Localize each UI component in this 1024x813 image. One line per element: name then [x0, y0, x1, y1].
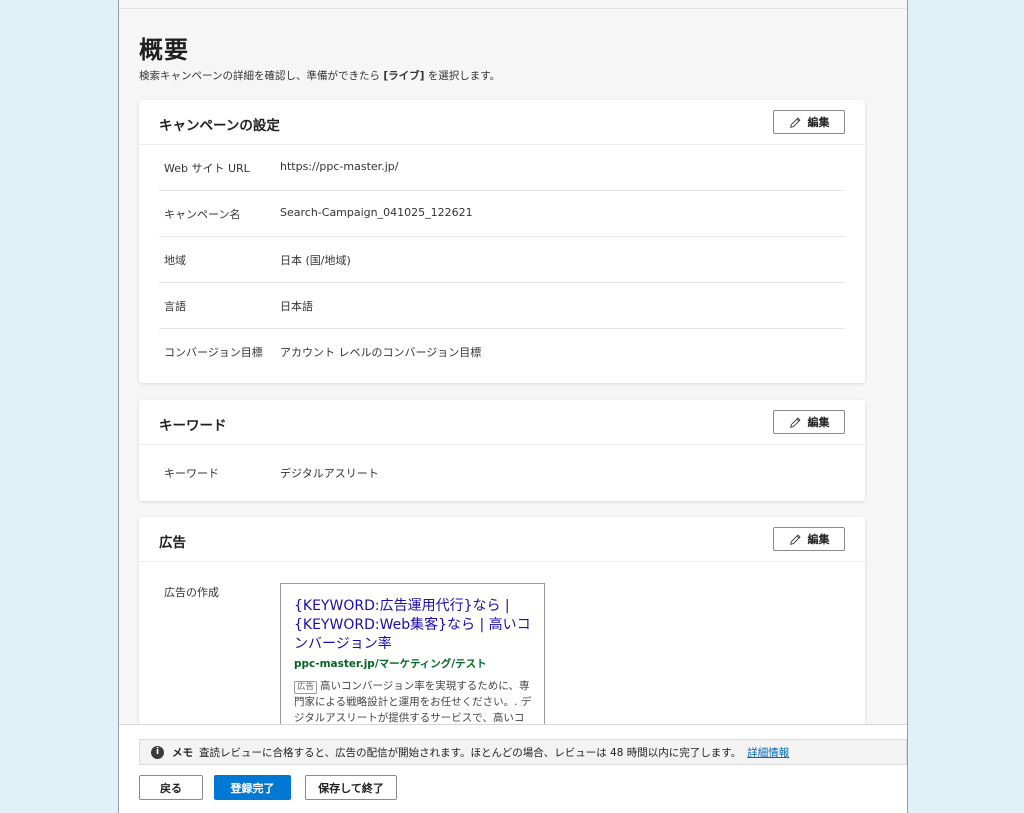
- setting-label: 地域: [164, 254, 186, 267]
- setting-label: キャンペーン名: [164, 208, 241, 221]
- keyword-label: キーワード: [164, 467, 219, 480]
- campaign-settings-card: キャンペーンの設定 編集 Web サイト URL https://ppc-mas…: [139, 100, 865, 383]
- keywords-card: キーワード 編集 キーワード デジタルアスリート: [139, 400, 865, 501]
- setting-row-campaign-name: キャンペーン名 Search-Campaign_041025_122621: [159, 191, 845, 237]
- setting-value: 日本 (国/地域): [280, 254, 351, 267]
- setting-row-url: Web サイト URL https://ppc-master.jp/: [159, 145, 845, 191]
- ads-edit-button[interactable]: 編集: [773, 527, 845, 551]
- setting-row-conversion-goal: コンバージョン目標 アカウント レベルのコンバージョン目標: [159, 329, 845, 374]
- setting-label: コンバージョン目標: [164, 346, 263, 359]
- ad-headline: {KEYWORD:広告運用代行}なら | {KEYWORD:Web集客}なら |…: [294, 598, 531, 652]
- ad-create-label: 広告の作成: [164, 586, 219, 599]
- subtitle-text-1: 検索キャンペーンの詳細を確認し、準備ができたら: [139, 70, 384, 82]
- finish-button[interactable]: 登録完了: [214, 775, 291, 800]
- setting-value: 日本語: [280, 300, 313, 313]
- notice-label: メモ: [172, 746, 193, 759]
- ad-preview: {KEYWORD:広告運用代行}なら | {KEYWORD:Web集客}なら |…: [280, 583, 545, 745]
- keywords-edit-button[interactable]: 編集: [773, 410, 845, 434]
- info-icon: i: [151, 745, 164, 759]
- top-bar: [119, 0, 907, 9]
- edit-label: 編集: [807, 533, 830, 546]
- campaign-settings-rows: Web サイト URL https://ppc-master.jp/ キャンペー…: [139, 145, 865, 374]
- keywords-header: キーワード 編集: [139, 400, 865, 445]
- keyword-value: デジタルアスリート: [280, 467, 379, 480]
- footer-bar: i メモ 査読レビューに合格すると、広告の配信が開始されます。ほとんどの場合、レ…: [119, 724, 907, 813]
- learn-more-link[interactable]: 詳細情報: [747, 745, 789, 760]
- setting-value: https://ppc-master.jp/: [280, 160, 399, 173]
- ads-header: 広告 編集: [139, 517, 865, 562]
- app-frame: 概要 検索キャンペーンの詳細を確認し、準備ができたら [ライブ] を選択します。…: [118, 0, 908, 813]
- setting-value: アカウント レベルのコンバージョン目標: [280, 346, 482, 359]
- subtitle-text-2: を選択します。: [424, 70, 501, 82]
- ad-display-url: ppc-master.jp/マーケティング/テスト: [294, 658, 487, 670]
- pencil-icon: [789, 117, 800, 128]
- setting-label: Web サイト URL: [164, 162, 250, 175]
- ads-title: 広告: [159, 535, 186, 551]
- campaign-settings-title: キャンペーンの設定: [159, 118, 280, 134]
- edit-label: 編集: [807, 116, 830, 129]
- back-button[interactable]: 戻る: [139, 775, 203, 800]
- pencil-icon: [789, 534, 800, 545]
- campaign-settings-edit-button[interactable]: 編集: [773, 110, 845, 134]
- setting-value: Search-Campaign_041025_122621: [280, 206, 473, 219]
- campaign-settings-header: キャンペーンの設定 編集: [139, 100, 865, 145]
- keyword-row: キーワード デジタルアスリート: [159, 445, 845, 501]
- edit-label: 編集: [807, 416, 830, 429]
- keywords-title: キーワード: [159, 418, 227, 434]
- page-title: 概要: [139, 36, 189, 64]
- pencil-icon: [789, 417, 800, 428]
- notice-banner: i メモ 査読レビューに合格すると、広告の配信が開始されます。ほとんどの場合、レ…: [139, 739, 907, 765]
- setting-row-language: 言語 日本語: [159, 283, 845, 329]
- ad-badge: 広告: [294, 681, 318, 694]
- page-subtitle: 検索キャンペーンの詳細を確認し、準備ができたら [ライブ] を選択します。: [139, 68, 500, 83]
- save-exit-button[interactable]: 保存して終了: [305, 775, 397, 800]
- subtitle-live-keyword: [ライブ]: [383, 70, 425, 82]
- setting-label: 言語: [164, 300, 186, 313]
- setting-row-region: 地域 日本 (国/地域): [159, 237, 845, 283]
- notice-text: 査読レビューに合格すると、広告の配信が開始されます。ほとんどの場合、レビューは …: [199, 746, 742, 759]
